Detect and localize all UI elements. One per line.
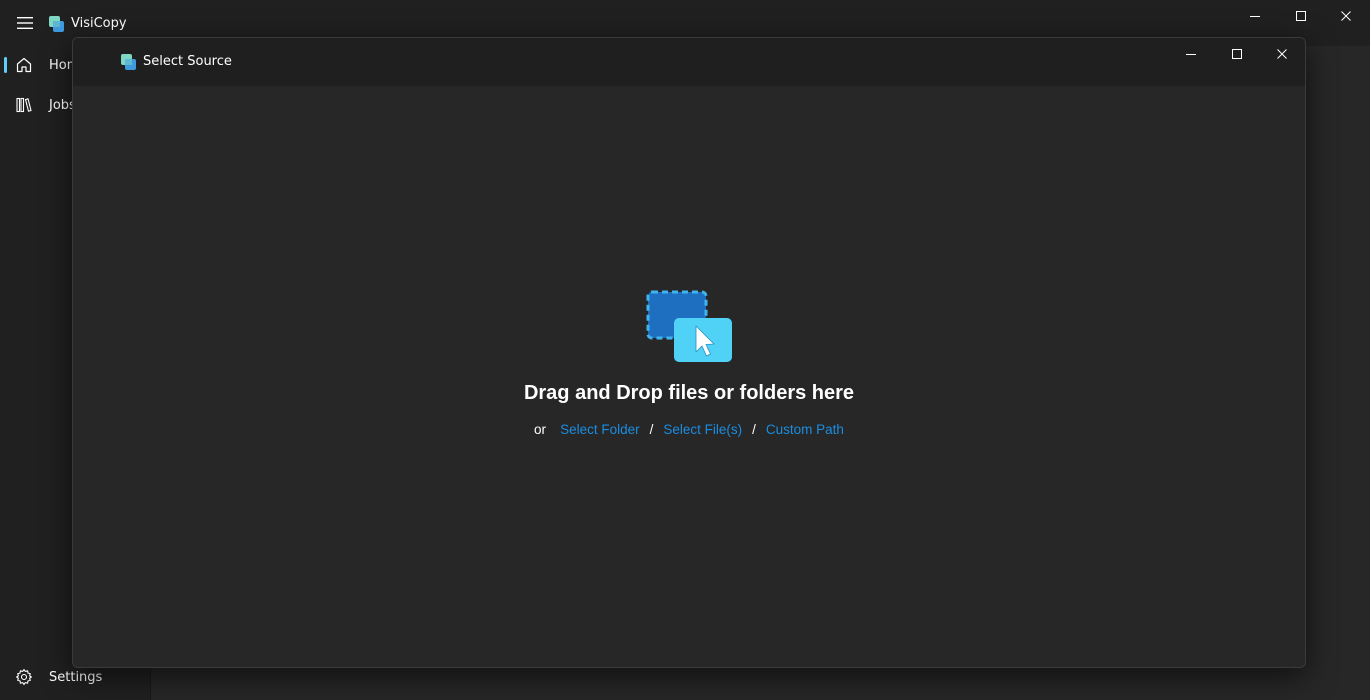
- dialog-maximize-button[interactable]: [1214, 38, 1260, 70]
- drop-zone[interactable]: Drag and Drop files or folders here or S…: [73, 86, 1305, 667]
- gear-icon: [14, 667, 34, 687]
- hamburger-menu-button[interactable]: [14, 12, 36, 34]
- maximize-icon: [1232, 49, 1242, 59]
- home-icon: [14, 55, 34, 75]
- dialog-titlebar: Select Source: [73, 38, 1305, 86]
- separator: /: [752, 422, 756, 437]
- minimize-button[interactable]: [1232, 0, 1278, 32]
- drop-heading: Drag and Drop files or folders here: [523, 382, 855, 404]
- select-folder-link[interactable]: Select Folder: [560, 422, 640, 437]
- app-logo-icon: [121, 54, 136, 70]
- close-icon: [1277, 49, 1287, 59]
- dialog-title: Select Source: [143, 54, 232, 69]
- app-logo-icon: [49, 16, 64, 32]
- minimize-icon: [1186, 54, 1196, 55]
- or-label: or: [534, 422, 547, 437]
- select-source-dialog: Select Source Drag and Drop files or fol…: [72, 37, 1306, 668]
- close-button[interactable]: [1323, 0, 1369, 32]
- drag-drop-icon: [646, 290, 732, 362]
- library-icon: [14, 95, 34, 115]
- hamburger-icon: [17, 17, 33, 29]
- separator: /: [649, 422, 654, 437]
- app-title: VisiCopy: [71, 16, 127, 31]
- source-options: or Select Folder / Select File(s) / Cust…: [73, 422, 1305, 437]
- select-files-link[interactable]: Select File(s): [663, 422, 742, 437]
- dialog-minimize-button[interactable]: [1168, 38, 1214, 70]
- dialog-close-button[interactable]: [1259, 38, 1305, 70]
- maximize-button[interactable]: [1278, 0, 1324, 32]
- maximize-icon: [1296, 11, 1306, 21]
- nav-item-label: Settings: [49, 669, 103, 685]
- minimize-icon: [1250, 16, 1260, 17]
- close-icon: [1341, 11, 1351, 21]
- custom-path-link[interactable]: Custom Path: [766, 422, 844, 437]
